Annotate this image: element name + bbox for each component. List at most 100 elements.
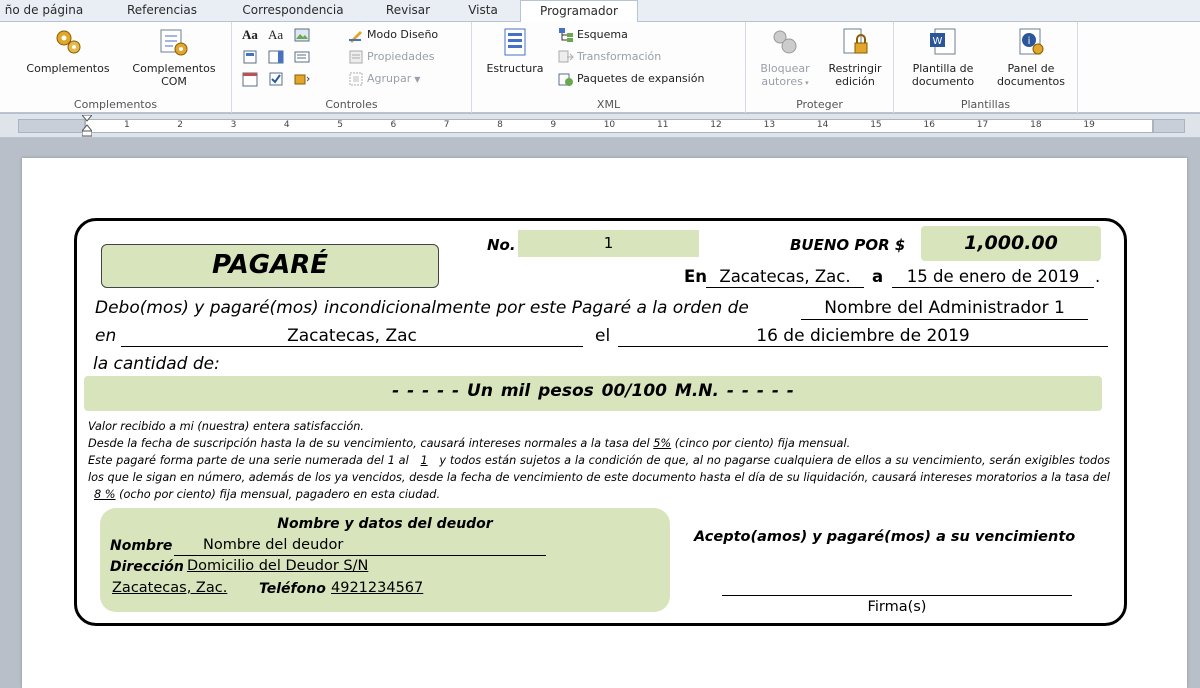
legacy-tools-icon[interactable]: [294, 70, 313, 88]
place-value: Zacatecas, Zac: [287, 326, 417, 346]
ruler-number: 11: [657, 120, 669, 130]
modo-diseno-label: Modo Diseño: [367, 28, 439, 41]
ruler-left-margin: [18, 119, 85, 133]
ruler-number: 18: [1030, 120, 1042, 130]
complementos-button[interactable]: Complementos: [14, 26, 122, 75]
en2-label: en: [95, 326, 117, 346]
tab-programador[interactable]: Programador: [520, 0, 638, 23]
group-xml: Estructura Esquema Transformación Paquet…: [472, 22, 746, 113]
plantilla-documento-button[interactable]: W Plantilla de documento: [900, 26, 986, 88]
plain-text-control-button[interactable]: Aa: [268, 26, 283, 44]
amount-value: 1,000.00: [964, 232, 1058, 254]
esquema-button[interactable]: Esquema: [558, 26, 628, 44]
restringir-edicion-button[interactable]: Restringir edición: [820, 26, 890, 88]
horizontal-ruler[interactable]: 1 2 3 4 5 6 7 8 9 10 11 12 13 14 15 16 17 18 19: [0, 114, 1200, 138]
ribbon-tab-bar: ño de página Referencias Correspondencia…: [0, 0, 1200, 23]
telefono-label: Teléfono: [259, 581, 326, 597]
dropdown-list-icon[interactable]: [294, 48, 313, 66]
paragraph-intereses: Desde la fecha de suscripción hasta la d…: [88, 435, 1110, 452]
chevron-down-icon: ▾: [802, 79, 809, 87]
group-complementos: Complementos Complementos COM Complement…: [0, 22, 232, 113]
p3-text-e: (ocho por ciento) fija mensual, pagadero…: [115, 488, 441, 501]
a-label: a: [872, 267, 884, 286]
svg-text:i: i: [1028, 36, 1031, 47]
combo-box-icon[interactable]: [268, 48, 287, 66]
block-authors-icon: [773, 30, 797, 54]
rich-text-control-button[interactable]: Aa: [242, 26, 258, 44]
group-proteger: Bloquear autores ▾ Restringir edición Pr…: [746, 22, 894, 113]
ruler-number: 4: [283, 120, 290, 130]
paquetes-expansion-button[interactable]: Paquetes de expansión: [558, 70, 704, 88]
ciudad-value[interactable]: Zacatecas, Zac.: [112, 580, 227, 596]
estructura-button[interactable]: Estructura: [480, 26, 550, 75]
group-plantillas: W Plantilla de documento i Panel de docu…: [894, 22, 1078, 113]
picture-control-icon[interactable]: [294, 26, 313, 44]
modo-diseno-button[interactable]: Modo Diseño: [348, 26, 438, 44]
ruler-strip: [85, 119, 1153, 133]
chevron-down-icon: ▼: [414, 75, 421, 84]
plantilla-label-1: Plantilla de: [912, 62, 974, 75]
building-block-icon[interactable]: [242, 48, 261, 66]
ruler-right-margin: [1153, 119, 1185, 133]
no-value: 1: [603, 234, 614, 252]
complementos-com-button[interactable]: Complementos COM: [122, 26, 226, 88]
nombre-label: Nombre: [110, 538, 173, 554]
ruler-number: 15: [870, 120, 882, 130]
tab-correspondencia[interactable]: Correspondencia: [226, 0, 360, 22]
ruler-number: 13: [763, 120, 776, 130]
panel-documentos-button[interactable]: i Panel de documentos: [988, 26, 1074, 88]
complementos-com-label-2: COM: [161, 75, 187, 88]
document-panel-icon: i: [1019, 28, 1044, 55]
nombre-value[interactable]: Nombre del deudor: [203, 537, 343, 553]
plantilla-label-2: documento: [911, 75, 975, 88]
direccion-value[interactable]: Domicilio del Deudor S/N: [187, 558, 368, 574]
date-picker-icon[interactable]: [242, 70, 261, 88]
svg-text:W: W: [933, 36, 943, 47]
group-label-plantillas: Plantillas: [960, 98, 1011, 111]
p2-text-c: (cinco por ciento) fija mensual.: [671, 437, 851, 450]
bloquear-autores-button[interactable]: Bloquear autores ▾: [752, 26, 818, 90]
complementos-com-label-1: Complementos: [132, 62, 216, 75]
date-period: .: [1095, 267, 1101, 286]
paragraph-serie: Este pagaré forma parte de una serie num…: [88, 452, 1110, 503]
bueno-por-label: BUENO POR $: [790, 236, 906, 254]
tab-vista[interactable]: Vista: [455, 0, 511, 22]
debo-text: Debo(mos) y pagaré(mos) incondicionalmen…: [95, 298, 749, 318]
ruler-number: 10: [603, 120, 616, 130]
ruler-number: 6: [390, 120, 397, 130]
group-label-complementos: Complementos: [73, 98, 158, 111]
group-icon: [349, 72, 363, 86]
checkbox-control-icon[interactable]: [268, 70, 287, 88]
tab-revisar[interactable]: Revisar: [375, 0, 441, 22]
design-mode-icon: [349, 31, 362, 43]
tab-referencias[interactable]: Referencias: [112, 0, 212, 22]
ruler-number: 16: [923, 120, 935, 130]
bloquear-label-1: Bloquear: [760, 62, 810, 75]
amount-words-value: - - - - - Un mil pesos 00/100 M.N. - - -…: [392, 381, 794, 401]
indent-marker-icon[interactable]: [80, 114, 94, 137]
telefono-value[interactable]: 4921234567: [331, 580, 423, 596]
structure-icon: [504, 28, 526, 56]
estructura-label: Estructura: [486, 62, 544, 75]
agrupar-button[interactable]: Agrupar ▼: [348, 70, 420, 88]
com-addins-icon: [160, 29, 188, 56]
group-label-proteger: Proteger: [796, 98, 843, 111]
moratory-rate: 8 %: [94, 488, 116, 501]
tab-diseno-de-pagina[interactable]: ño de página: [0, 0, 92, 22]
restrict-editing-icon: [843, 28, 868, 54]
document-template-icon: W: [930, 28, 956, 55]
p3-text-a: Este pagaré forma parte de una serie num…: [88, 454, 413, 467]
firma-label: Firma(s): [867, 599, 927, 615]
ruler-number: 7: [443, 120, 450, 130]
p2-text-a: Desde la fecha de suscripción hasta la d…: [88, 437, 654, 450]
panel-label-1: Panel de: [1007, 62, 1055, 75]
ruler-number: 2: [177, 120, 184, 130]
group-label-xml: XML: [596, 98, 621, 111]
paquetes-expansion-label: Paquetes de expansión: [577, 72, 705, 85]
ruler-number: 8: [497, 120, 503, 130]
ruler-number: 5: [337, 120, 343, 130]
en-label: En: [684, 267, 708, 286]
restringir-label-2: edición: [835, 75, 875, 88]
propiedades-button[interactable]: Propiedades: [348, 48, 434, 66]
transformacion-button[interactable]: Transformación: [558, 48, 661, 66]
